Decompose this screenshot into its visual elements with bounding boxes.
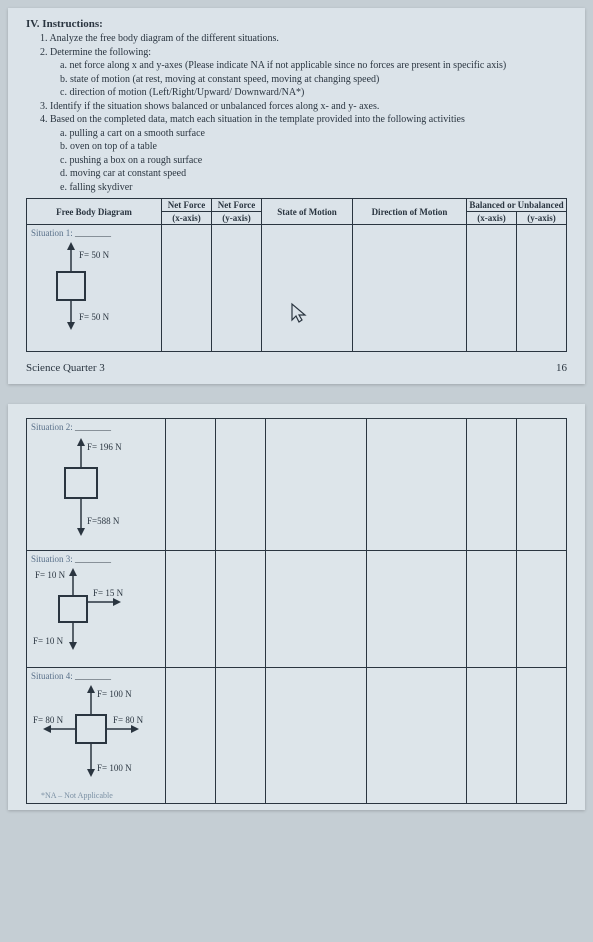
instruction-2b: b. state of motion (at rest, moving at c… [60,73,567,87]
cell-empty [467,668,517,804]
s2-force-bottom: F=588 N [87,516,120,526]
cell-empty [366,668,467,804]
cell-empty [166,551,216,668]
cell-empty [467,225,517,352]
instruction-2c: c. direction of motion (Left/Right/Upwar… [60,86,567,100]
cell-empty [366,551,467,668]
cell-empty [467,551,517,668]
cell-empty [266,668,367,804]
footer-right: 16 [556,362,567,374]
instruction-4e: e. falling skydiver [60,181,567,195]
cell-empty [166,419,216,551]
page-footer: Science Quarter 3 16 [26,362,567,374]
cell-empty [216,551,266,668]
s1-force-bottom: F= 50 N [79,312,110,322]
th-xaxis: (x-axis) [162,212,212,225]
instruction-2a: a. net force along x and y-axes (Please … [60,59,567,73]
s3-force-right: F= 15 N [93,588,124,598]
cell-empty [517,419,567,551]
instruction-3: 3. Identify if the situation shows balan… [40,100,567,114]
th-nfx: Net Force [162,199,212,212]
fbd-table-2: Situation 2: ________ F= 196 N F=588 N [26,418,567,804]
cell-empty [266,551,367,668]
s1-force-top: F= 50 N [79,250,110,260]
fbd-situation-4-diagram: F= 100 N F= 80 N F= 80 N F= 100 N [31,681,161,791]
cell-empty [517,668,567,804]
cell-empty [517,551,567,668]
situation-4-label: Situation 4: [31,671,73,681]
fbd-table-1: Free Body Diagram Net Force Net Force St… [26,198,567,352]
cell-empty [266,419,367,551]
situation-3-label: Situation 3: [31,554,73,564]
situation-3-cell: Situation 3: ________ F= 10 N F= 15 N F=… [27,551,166,668]
page-bottom: Situation 2: ________ F= 196 N F=588 N [8,404,585,810]
s2-force-top: F= 196 N [87,442,122,452]
th-fbd: Free Body Diagram [27,199,162,225]
cell-empty [212,225,262,352]
cell-empty [467,419,517,551]
table-row: Situation 3: ________ F= 10 N F= 15 N F=… [27,551,567,668]
s4-force-right: F= 80 N [113,715,144,725]
cell-empty [216,419,266,551]
fbd-situation-1-diagram: F= 50 N F= 50 N [31,238,151,348]
fbd-situation-2-diagram: F= 196 N F=588 N [31,432,156,547]
na-note: *NA – Not Applicable [41,791,161,800]
th-balx: (x-axis) [467,212,517,225]
fbd-situation-3-diagram: F= 10 N F= 15 N F= 10 N [31,564,161,664]
s4-force-top: F= 100 N [97,689,132,699]
instruction-4b: b. oven on top of a table [60,140,567,154]
s3-force-bottom: F= 10 N [33,636,64,646]
situation-4-cell: Situation 4: ________ F= 100 N F= 80 N F… [27,668,166,804]
th-bal: Balanced or Unbalanced [467,199,567,212]
cell-empty [352,225,466,352]
table-row: Situation 2: ________ F= 196 N F=588 N [27,419,567,551]
instruction-2: 2. Determine the following: [40,46,567,60]
th-nfy: Net Force [212,199,262,212]
th-dir: Direction of Motion [352,199,466,225]
table-row: Situation 4: ________ F= 100 N F= 80 N F… [27,668,567,804]
section-header: IV. Instructions: [26,18,567,30]
table-row: Situation 1: ________ F= 50 N F= 50 N [27,225,567,352]
cell-empty [216,668,266,804]
instruction-4d: d. moving car at constant speed [60,167,567,181]
situation-1-label: Situation 1: [31,228,73,238]
situation-2-label: Situation 2: [31,422,73,432]
footer-left: Science Quarter 3 [26,362,105,374]
cell-empty [262,225,353,352]
instruction-4: 4. Based on the completed data, match ea… [40,113,567,127]
th-yaxis: (y-axis) [212,212,262,225]
th-baly: (y-axis) [517,212,567,225]
cell-empty [166,668,216,804]
cell-empty [517,225,567,352]
situation-2-cell: Situation 2: ________ F= 196 N F=588 N [27,419,166,551]
th-state: State of Motion [262,199,353,225]
s4-force-bottom: F= 100 N [97,763,132,773]
s4-force-left: F= 80 N [33,715,64,725]
situation-1-cell: Situation 1: ________ F= 50 N F= 50 N [27,225,162,352]
cell-empty [366,419,467,551]
cell-empty [162,225,212,352]
instruction-4c: c. pushing a box on a rough surface [60,154,567,168]
page-top: IV. Instructions: 1. Analyze the free bo… [8,8,585,384]
s3-force-top: F= 10 N [35,570,66,580]
instruction-4a: a. pulling a cart on a smooth surface [60,127,567,141]
instruction-1: 1. Analyze the free body diagram of the … [40,32,567,46]
